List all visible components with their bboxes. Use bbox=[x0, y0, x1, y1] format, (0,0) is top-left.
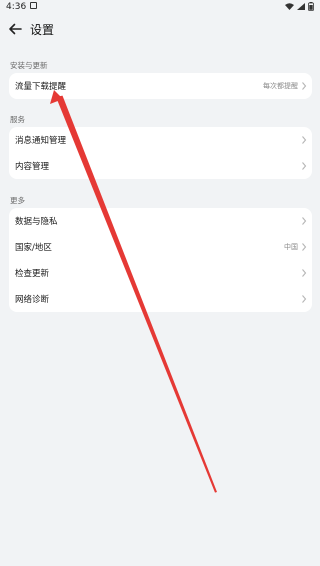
section-label-services: 服务 bbox=[10, 115, 25, 124]
row-network-diagnosis[interactable]: 网络诊断 bbox=[9, 286, 312, 312]
wifi-icon bbox=[285, 3, 294, 10]
section-label-install-update: 安装与更新 bbox=[10, 61, 48, 70]
row-content-management[interactable]: 内容管理 bbox=[9, 153, 312, 179]
row-label: 网络诊断 bbox=[15, 295, 50, 305]
row-check-update[interactable]: 检查更新 bbox=[9, 260, 312, 286]
chevron-right-icon bbox=[302, 136, 307, 144]
row-data-privacy[interactable]: 数据与隐私 bbox=[9, 208, 312, 234]
chevron-right-icon bbox=[302, 82, 307, 90]
row-label: 数据与隐私 bbox=[15, 217, 58, 227]
status-bar: 4:36 bbox=[0, 0, 320, 14]
row-label: 国家/地区 bbox=[15, 243, 52, 253]
row-label: 消息通知管理 bbox=[15, 136, 67, 146]
chevron-right-icon bbox=[302, 243, 307, 251]
page-title: 设置 bbox=[30, 23, 55, 37]
card-services: 消息通知管理 内容管理 bbox=[9, 127, 312, 179]
notification-icon bbox=[30, 2, 37, 9]
row-country-region[interactable]: 国家/地区 中国 bbox=[9, 234, 312, 260]
row-notification-management[interactable]: 消息通知管理 bbox=[9, 127, 312, 153]
chevron-right-icon bbox=[302, 295, 307, 303]
row-label: 流量下载提醒 bbox=[15, 82, 67, 92]
section-label-more: 更多 bbox=[10, 196, 25, 205]
chevron-right-icon bbox=[302, 269, 307, 277]
battery-icon bbox=[308, 2, 314, 11]
row-traffic-download-reminder[interactable]: 流量下载提醒 每次都提醒 bbox=[9, 73, 312, 99]
status-time: 4:36 bbox=[6, 2, 27, 12]
arrow-left-icon[interactable] bbox=[6, 20, 24, 38]
row-label: 检查更新 bbox=[15, 269, 50, 279]
signal-icon bbox=[297, 3, 305, 10]
row-label: 内容管理 bbox=[15, 162, 50, 172]
row-value: 每次都提醒 bbox=[263, 82, 298, 90]
status-icons bbox=[285, 2, 314, 11]
card-more: 数据与隐私 国家/地区 中国 检查更新 网络诊断 bbox=[9, 208, 312, 312]
row-value: 中国 bbox=[284, 243, 298, 251]
chevron-right-icon bbox=[302, 217, 307, 225]
header: 设置 bbox=[0, 16, 320, 42]
card-install-update: 流量下载提醒 每次都提醒 bbox=[9, 73, 312, 99]
chevron-right-icon bbox=[302, 162, 307, 170]
